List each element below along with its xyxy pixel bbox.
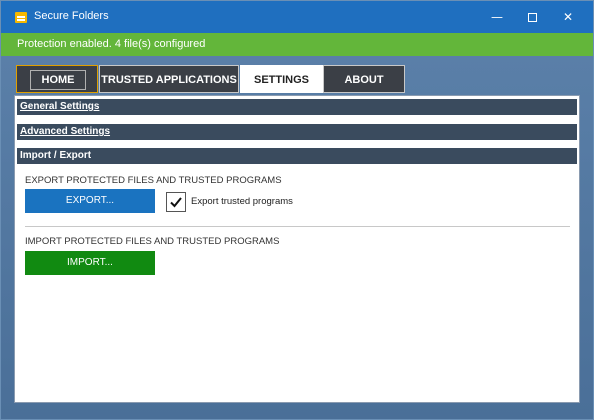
close-icon: ✕ <box>562 10 574 24</box>
divider <box>25 226 570 227</box>
status-text: Protection enabled. 4 file(s) configured <box>17 38 206 50</box>
maximize-icon <box>527 13 537 22</box>
export-trusted-programs-label[interactable]: Export trusted programs <box>191 196 293 207</box>
settings-panel: General Settings Advanced Settings Impor… <box>14 95 580 403</box>
tab-trusted-applications[interactable]: TRUSTED APPLICATIONS <box>99 65 239 93</box>
window-title: Secure Folders <box>34 10 109 22</box>
section-advanced-settings[interactable]: Advanced Settings <box>17 124 577 140</box>
export-trusted-programs-checkbox[interactable] <box>166 192 186 212</box>
section-general-settings[interactable]: General Settings <box>17 99 577 115</box>
tab-home-label: HOME <box>30 70 86 90</box>
minimize-icon: — <box>491 10 503 24</box>
checkmark-icon <box>170 197 182 208</box>
title-bar[interactable]: Secure Folders — ✕ <box>1 1 593 33</box>
folder-shield-icon <box>15 12 27 23</box>
maximize-button[interactable] <box>515 1 549 33</box>
close-button[interactable]: ✕ <box>551 1 585 33</box>
minimize-button[interactable]: — <box>480 1 514 33</box>
import-heading: IMPORT PROTECTED FILES AND TRUSTED PROGR… <box>25 236 280 247</box>
section-gap <box>17 115 577 124</box>
tab-about[interactable]: ABOUT <box>323 65 405 93</box>
app-window: Secure Folders — ✕ Protection enabled. 4… <box>0 0 594 420</box>
section-import-export[interactable]: Import / Export <box>17 148 577 164</box>
tab-home[interactable]: HOME <box>16 65 98 93</box>
export-heading: EXPORT PROTECTED FILES AND TRUSTED PROGR… <box>25 175 282 186</box>
status-bar: Protection enabled. 4 file(s) configured <box>1 33 593 56</box>
import-button[interactable]: IMPORT... <box>25 251 155 275</box>
tab-settings[interactable]: SETTINGS <box>240 65 323 93</box>
export-button[interactable]: EXPORT... <box>25 189 155 213</box>
